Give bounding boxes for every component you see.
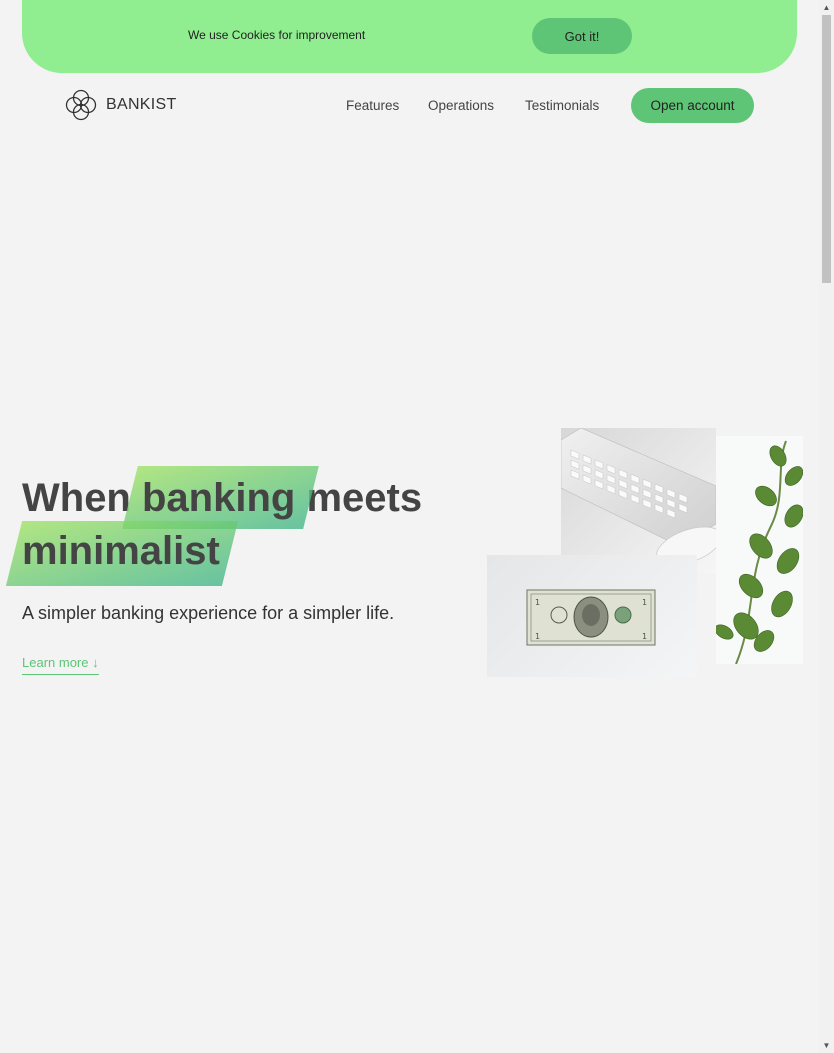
plant-image (714, 436, 804, 665)
scrollbar-thumb[interactable] (822, 15, 831, 283)
page-scrollbar[interactable]: ▲ ▼ (819, 0, 834, 1053)
hero-subtitle: A simpler banking experience for a simpl… (22, 603, 395, 623)
cookie-accept-button[interactable]: Got it! (532, 18, 632, 54)
svg-text:1: 1 (642, 632, 647, 641)
nav-link-testimonials[interactable]: Testimonials (525, 98, 599, 113)
keyboard-graphic (560, 427, 722, 566)
nav-link-features[interactable]: Features (346, 98, 399, 113)
hero-title-word: meets (306, 476, 423, 520)
logo[interactable]: BANKIST (64, 88, 177, 122)
cookie-banner: We use Cookies for improvement Got it! (22, 0, 797, 73)
bankist-logo-icon (65, 89, 97, 121)
svg-text:1: 1 (535, 632, 540, 641)
logo-text: BANKIST (106, 96, 177, 113)
hero-title: When banking meets minimalist (5, 466, 482, 586)
keyboard-mouse-image (560, 427, 722, 573)
plant-graphic (714, 440, 804, 665)
cookie-message: We use Cookies for improvement (188, 28, 366, 42)
svg-text:1: 1 (535, 598, 540, 607)
dollar-bill-image: 1 1 1 1 (487, 555, 697, 677)
svg-text:1: 1 (642, 598, 647, 607)
hero-highlight-minimalist: minimalist (5, 521, 238, 586)
page: We use Cookies for improvement Got it! B… (0, 0, 834, 1053)
scroll-up-icon[interactable]: ▲ (819, 0, 834, 15)
learn-more-link[interactable]: Learn more ↓ (22, 655, 99, 675)
hero-title-word: When (22, 476, 131, 520)
nav-link-operations[interactable]: Operations (428, 98, 494, 113)
dollar-graphic: 1 1 1 1 (526, 589, 656, 646)
hero-highlight-banking: banking (122, 466, 320, 529)
open-account-button[interactable]: Open account (631, 88, 754, 123)
hero-illustration: 1 1 1 1 (487, 427, 804, 678)
scroll-down-icon[interactable]: ▼ (819, 1038, 834, 1053)
